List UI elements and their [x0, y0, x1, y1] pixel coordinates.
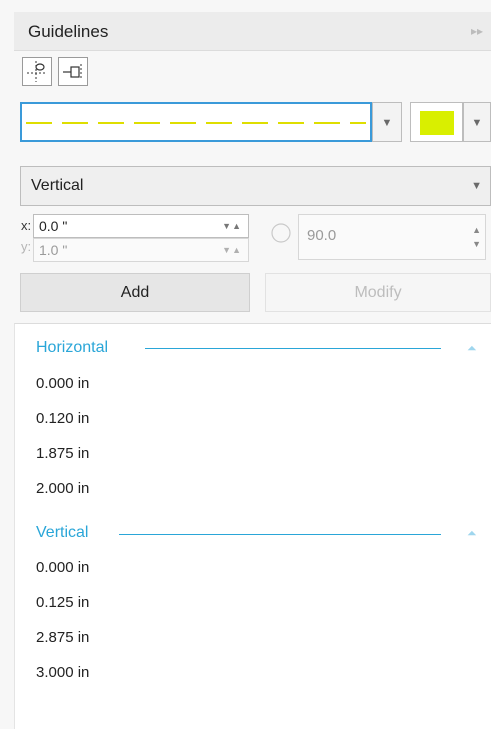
panel-title-bar: Guidelines ▸▸: [14, 12, 491, 51]
list-item[interactable]: 1.875 in: [36, 445, 89, 462]
double-chevron-right-icon[interactable]: ▸▸: [471, 24, 483, 38]
color-picker-button[interactable]: [410, 102, 463, 142]
chevron-down-icon: ▼: [381, 117, 393, 129]
x-label: x:: [21, 218, 32, 233]
x-value: 0.0 ": [39, 218, 68, 234]
x-coordinate-field[interactable]: 0.0 " ▼▲: [33, 214, 249, 238]
angle-value: 90.0: [307, 227, 337, 244]
collapse-up-icon[interactable]: ⏶: [467, 526, 477, 541]
group-divider-line: [145, 348, 441, 349]
guideline-point-icon: [27, 61, 47, 82]
chevron-down-icon: ▼: [471, 117, 483, 129]
guideline-object-icon: [63, 64, 82, 80]
modify-button[interactable]: Modify: [265, 273, 491, 312]
list-item[interactable]: 2.875 in: [36, 629, 89, 646]
y-coordinate-field[interactable]: 1.0 " ▼▲: [33, 238, 249, 262]
angle-stepper-icon[interactable]: ▲ ▼: [472, 223, 481, 251]
list-item[interactable]: 3.000 in: [36, 664, 89, 681]
line-style-dropdown-toggle[interactable]: ▼: [372, 102, 402, 142]
add-button[interactable]: Add: [20, 273, 250, 312]
guideline-object-button[interactable]: [58, 57, 88, 86]
x-stepper-icon[interactable]: ▼▲: [222, 221, 242, 231]
guidelines-panel: Guidelines ▸▸ ▼ ▼ Vertical ▼ x: 0.0 " ▼▲…: [0, 0, 491, 729]
list-item[interactable]: 2.000 in: [36, 480, 89, 497]
list-item[interactable]: 0.000 in: [36, 559, 89, 576]
y-stepper-icon[interactable]: ▼▲: [222, 245, 242, 255]
group-header-horizontal[interactable]: Horizontal: [36, 339, 115, 357]
rotation-angle-icon: [270, 222, 292, 244]
y-label: y:: [21, 239, 32, 254]
list-item[interactable]: 0.000 in: [36, 375, 89, 392]
guides-list: Horizontal ⏶ 0.000 in 0.120 in 1.875 in …: [14, 323, 491, 729]
y-value: 1.0 ": [39, 242, 68, 258]
group-divider-line: [119, 534, 441, 535]
list-item[interactable]: 0.125 in: [36, 594, 89, 611]
color-picker-dropdown-toggle[interactable]: ▼: [463, 102, 491, 142]
orientation-selected: Vertical: [31, 177, 84, 194]
panel-title: Guidelines: [28, 22, 109, 41]
dashed-line-preview: [26, 122, 366, 124]
collapse-up-icon[interactable]: ⏶: [467, 341, 477, 356]
list-item[interactable]: 0.120 in: [36, 410, 89, 427]
group-header-vertical[interactable]: Vertical: [36, 524, 95, 542]
orientation-dropdown[interactable]: Vertical ▼: [20, 166, 491, 206]
chevron-down-icon: ▼: [471, 180, 482, 192]
line-style-dropdown[interactable]: [20, 102, 372, 142]
guideline-point-button[interactable]: [22, 57, 52, 86]
angle-field[interactable]: 90.0 ▲ ▼: [298, 214, 486, 260]
color-swatch: [420, 111, 454, 135]
